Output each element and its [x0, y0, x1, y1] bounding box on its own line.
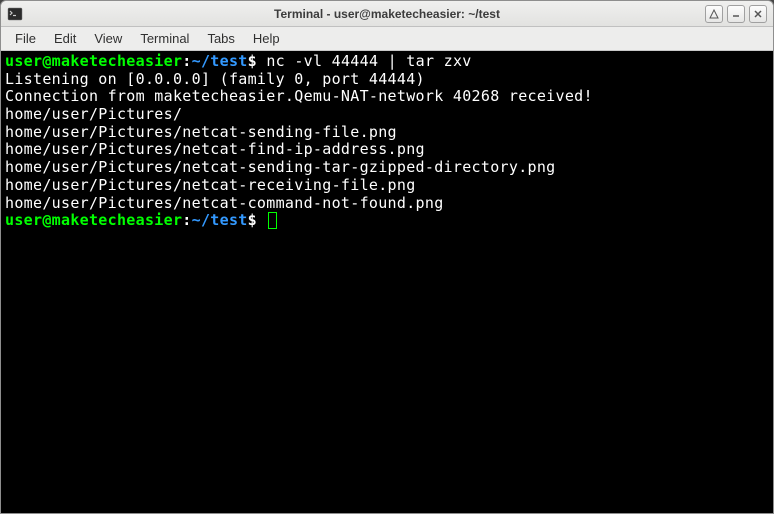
prompt-colon: :: [182, 211, 191, 229]
menu-help[interactable]: Help: [245, 28, 288, 49]
terminal-output-line: Listening on [0.0.0.0] (family 0, port 4…: [5, 71, 769, 89]
terminal-output-line: home/user/Pictures/netcat-sending-file.p…: [5, 124, 769, 142]
terminal-output-line: home/user/Pictures/netcat-receiving-file…: [5, 177, 769, 195]
prompt-user-host: user@maketecheasier: [5, 52, 182, 70]
terminal-viewport[interactable]: user@maketecheasier:~/test$ nc -vl 44444…: [1, 51, 773, 513]
terminal-app-icon: [7, 6, 23, 22]
prompt-path: ~/test: [192, 211, 248, 229]
terminal-output-line: home/user/Pictures/netcat-sending-tar-gz…: [5, 159, 769, 177]
terminal-line: user@maketecheasier:~/test$: [5, 212, 769, 230]
close-button[interactable]: [749, 5, 767, 23]
titlebar[interactable]: Terminal - user@maketecheasier: ~/test: [1, 1, 773, 27]
menu-file[interactable]: File: [7, 28, 44, 49]
terminal-line: user@maketecheasier:~/test$ nc -vl 44444…: [5, 53, 769, 71]
prompt-colon: :: [182, 52, 191, 70]
terminal-output-line: home/user/Pictures/: [5, 106, 769, 124]
prompt-user-host: user@maketecheasier: [5, 211, 182, 229]
maximize-restore-button[interactable]: [705, 5, 723, 23]
terminal-output-line: Connection from maketecheasier.Qemu-NAT-…: [5, 88, 769, 106]
prompt-path: ~/test: [192, 52, 248, 70]
window-title: Terminal - user@maketecheasier: ~/test: [1, 7, 773, 21]
command-text: nc -vl 44444 | tar zxv: [266, 52, 471, 70]
cursor: [268, 212, 277, 229]
menubar: File Edit View Terminal Tabs Help: [1, 27, 773, 51]
menu-tabs[interactable]: Tabs: [199, 28, 242, 49]
menu-view[interactable]: View: [86, 28, 130, 49]
menu-terminal[interactable]: Terminal: [132, 28, 197, 49]
minimize-button[interactable]: [727, 5, 745, 23]
terminal-output-line: home/user/Pictures/netcat-command-not-fo…: [5, 195, 769, 213]
prompt-dollar: $: [248, 52, 257, 70]
menu-edit[interactable]: Edit: [46, 28, 84, 49]
terminal-window: Terminal - user@maketecheasier: ~/test F…: [0, 0, 774, 514]
window-controls: [705, 5, 767, 23]
prompt-dollar: $: [248, 211, 257, 229]
terminal-output-line: home/user/Pictures/netcat-find-ip-addres…: [5, 141, 769, 159]
